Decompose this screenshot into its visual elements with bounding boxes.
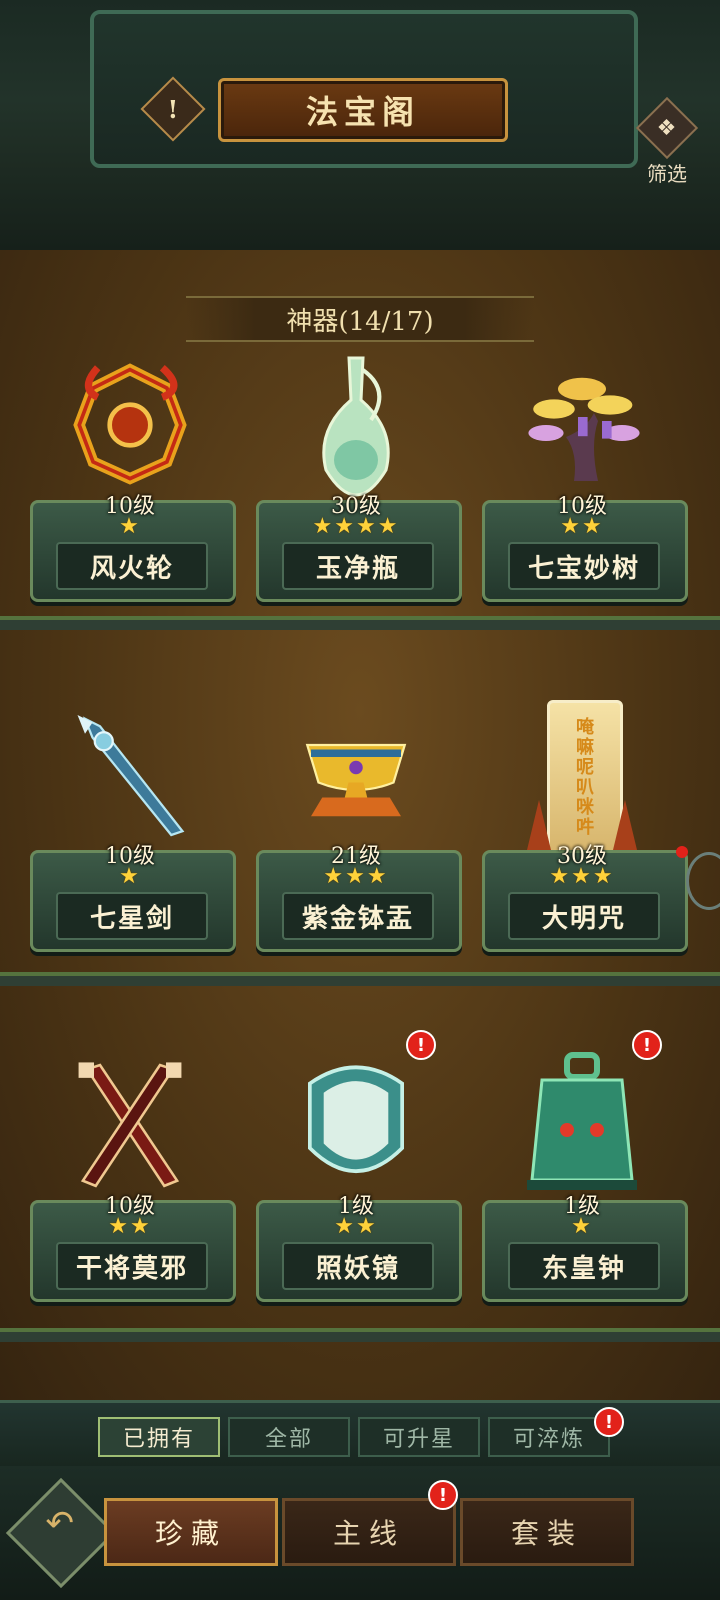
item-name: 照妖镜 bbox=[282, 1242, 434, 1290]
treasure-item[interactable]: 30级 ★★★★ 玉净瓶 bbox=[256, 350, 462, 610]
filter-label: 筛选 bbox=[647, 162, 687, 186]
item-stars: ★★ bbox=[560, 514, 604, 539]
notification-badge: ! bbox=[406, 1030, 436, 1060]
filter-tab-refinable[interactable]: 可淬炼 bbox=[488, 1417, 610, 1457]
item-name: 七宝妙树 bbox=[508, 542, 660, 590]
bottom-nav: ↶ 珍藏 主线 ! 套装 bbox=[0, 1466, 720, 1600]
treasure-tree-icon bbox=[522, 350, 642, 500]
treasure-item[interactable]: ! 1级 ★ 东皇钟 bbox=[482, 1030, 688, 1310]
exclamation-icon: ! bbox=[167, 94, 179, 124]
mantra-char: 吽 bbox=[576, 817, 594, 838]
filter-tabs: 已拥有 全部 可升星 可淬炼 ! bbox=[0, 1400, 720, 1469]
filter-button[interactable]: ❖ 筛选 bbox=[632, 96, 702, 186]
seven-star-sword-icon bbox=[70, 700, 190, 850]
twin-swords-icon bbox=[70, 1050, 190, 1200]
notification-badge: ! bbox=[428, 1480, 458, 1510]
demon-mirror-icon bbox=[296, 1050, 416, 1200]
side-notification-dot bbox=[676, 846, 688, 858]
item-name: 玉净瓶 bbox=[282, 542, 434, 590]
item-stars: ★★ bbox=[108, 1214, 152, 1239]
item-stars: ★★★★ bbox=[312, 514, 400, 539]
item-name: 风火轮 bbox=[56, 542, 208, 590]
mantra-char: 叭 bbox=[576, 777, 594, 798]
mantra-char: 咪 bbox=[576, 797, 594, 818]
mantra-char: 嘛 bbox=[576, 737, 594, 758]
mantra-char: 唵 bbox=[576, 717, 594, 738]
nav-tab-collection[interactable]: 珍藏 bbox=[104, 1498, 278, 1566]
item-stars: ★ bbox=[119, 864, 141, 889]
filter-tab-owned[interactable]: 已拥有 bbox=[98, 1417, 220, 1457]
treasure-item[interactable]: ! 1级 ★★ 照妖镜 bbox=[256, 1030, 462, 1310]
treasure-item[interactable]: 21级 ★★★ 紫金钵盂 bbox=[256, 700, 462, 960]
item-stars: ★ bbox=[119, 514, 141, 539]
mantra-tablet-icon: 唵 嘛 呢 叭 咪 吽 bbox=[522, 700, 642, 860]
back-arrow-icon: ↶ bbox=[45, 1503, 75, 1544]
filter-tab-all[interactable]: 全部 bbox=[228, 1417, 350, 1457]
nav-tab-sets[interactable]: 套装 bbox=[460, 1498, 634, 1566]
item-stars: ★★ bbox=[334, 1214, 378, 1239]
page-title: 法宝阁 bbox=[218, 78, 508, 142]
mantra-tablet: 唵 嘛 呢 叭 咪 吽 bbox=[547, 700, 623, 856]
filter-tab-upgradable[interactable]: 可升星 bbox=[358, 1417, 480, 1457]
nav-tab-mainline[interactable]: 主线 bbox=[282, 1498, 456, 1566]
treasure-item[interactable]: 唵 嘛 呢 叭 咪 吽 30级 ★★★ 大明咒 bbox=[482, 700, 688, 960]
item-name: 干将莫邪 bbox=[56, 1242, 208, 1290]
filter-icon: ❖ bbox=[635, 96, 699, 160]
treasure-item[interactable]: 10级 ★ 七星剑 bbox=[30, 700, 236, 960]
item-name: 七星剑 bbox=[56, 892, 208, 940]
item-stars: ★ bbox=[571, 1214, 593, 1239]
eastern-bell-icon bbox=[522, 1050, 642, 1200]
item-stars: ★★★ bbox=[549, 864, 615, 889]
jade-vase-icon bbox=[296, 350, 416, 500]
item-name: 紫金钵盂 bbox=[282, 892, 434, 940]
golden-bowl-icon bbox=[296, 700, 416, 850]
treasure-item[interactable]: 10级 ★★ 干将莫邪 bbox=[30, 1050, 236, 1310]
item-name: 东皇钟 bbox=[508, 1242, 660, 1290]
category-banner: 神器(14/17) bbox=[186, 296, 534, 342]
item-name: 大明咒 bbox=[508, 892, 660, 940]
mantra-char: 呢 bbox=[576, 757, 594, 778]
back-button[interactable]: ↶ bbox=[5, 1477, 117, 1589]
notification-badge: ! bbox=[594, 1407, 624, 1437]
notification-badge: ! bbox=[632, 1030, 662, 1060]
fire-wheel-icon bbox=[70, 350, 190, 500]
header: ! 法宝阁 ❖ 筛选 bbox=[0, 0, 720, 254]
treasure-display: 神器(14/17) 10级 ★ 风火轮 30级 ★★★★ 玉净瓶 10级 ★★ … bbox=[0, 250, 720, 1402]
treasure-item[interactable]: 10级 ★★ 七宝妙树 bbox=[482, 350, 688, 610]
treasure-item[interactable]: 10级 ★ 风火轮 bbox=[30, 350, 236, 610]
item-stars: ★★★ bbox=[323, 864, 389, 889]
